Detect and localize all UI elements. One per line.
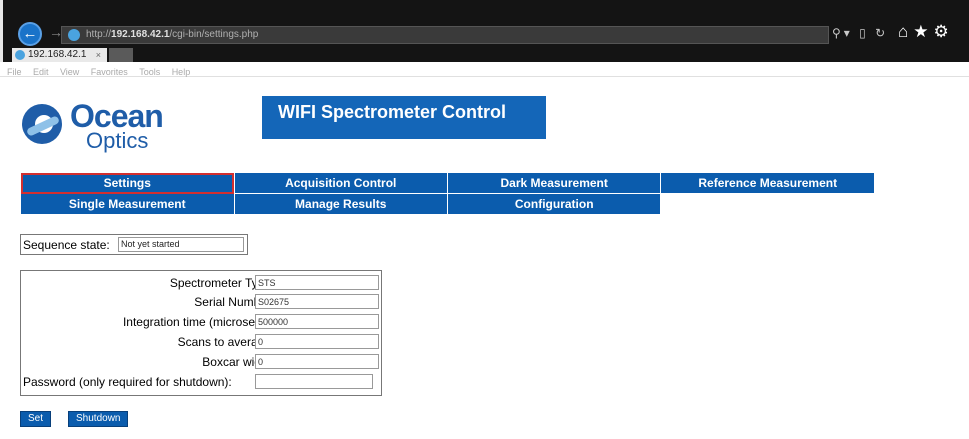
integration-time-field[interactable] <box>255 314 379 329</box>
spectrometer-type-field[interactable] <box>255 275 379 290</box>
menu-view[interactable]: View <box>60 67 79 77</box>
browser-tab[interactable]: 192.168.42.1 × <box>12 48 107 62</box>
menu-file[interactable]: File <box>7 67 22 77</box>
password-label: Password (only required for shutdown): <box>23 375 232 389</box>
nav-manage-results[interactable]: Manage Results <box>233 193 448 215</box>
password-field[interactable] <box>255 374 373 389</box>
menu-help[interactable]: Help <box>172 67 191 77</box>
sequence-state-box: Sequence state: Not yet started <box>20 234 248 255</box>
integration-time-label: Integration time (microsecs) <box>122 315 271 329</box>
set-button[interactable]: Set <box>20 411 52 427</box>
row-integration-time: Integration time (microsecs) <box>21 313 383 330</box>
nav-acquisition-control[interactable]: Acquisition Control <box>233 172 448 194</box>
serial-number-field[interactable] <box>255 294 379 309</box>
tab-title: 192.168.42.1 <box>28 49 87 60</box>
nav-single-measurement[interactable]: Single Measurement <box>20 193 235 215</box>
main-nav: Settings Acquisition Control Dark Measur… <box>20 172 875 215</box>
nav-reference-measurement[interactable]: Reference Measurement <box>660 172 875 194</box>
tab-favicon-icon <box>15 50 25 60</box>
scans-to-average-field[interactable] <box>255 334 379 349</box>
page-title-banner: WIFI Spectrometer Control <box>262 96 546 139</box>
new-tab-button[interactable] <box>109 48 133 62</box>
row-boxcar-width: Boxcar width <box>21 353 383 370</box>
boxcar-width-field[interactable] <box>255 354 379 369</box>
ocean-optics-logo: Ocean Optics <box>22 96 182 156</box>
address-url: http://192.168.42.1/cgi-bin/settings.php <box>86 29 259 40</box>
address-bar-tools[interactable]: ⚲▾ ▯ ↻ <box>832 26 888 40</box>
browser-menu-bar: File Edit View Favorites Tools Help <box>0 62 969 77</box>
row-spectrometer-type: Spectrometer Type <box>21 274 383 291</box>
row-scans-to-average: Scans to average <box>21 333 383 350</box>
nav-settings[interactable]: Settings <box>20 172 235 194</box>
nav-configuration[interactable]: Configuration <box>446 193 662 215</box>
menu-tools[interactable]: Tools <box>139 67 160 77</box>
browser-chrome: ← → http://192.168.42.1/cgi-bin/settings… <box>0 0 969 62</box>
logo-text-optics: Optics <box>86 128 149 153</box>
menu-favorites[interactable]: Favorites <box>91 67 128 77</box>
window-edge <box>0 0 3 62</box>
back-arrow-icon[interactable]: ← <box>18 22 42 46</box>
menu-edit[interactable]: Edit <box>33 67 49 77</box>
settings-form: Spectrometer Type Serial Number Integrat… <box>20 270 382 396</box>
sequence-state-value: Not yet started <box>118 237 244 252</box>
tab-close-icon[interactable]: × <box>96 48 101 62</box>
address-bar[interactable]: http://192.168.42.1/cgi-bin/settings.php <box>61 26 829 44</box>
home-favorites-settings-icons[interactable]: ⌂★⚙ <box>898 22 954 42</box>
ie-favicon-icon <box>68 29 80 41</box>
sequence-state-label: Sequence state: <box>23 238 110 252</box>
row-password: Password (only required for shutdown): <box>21 373 383 390</box>
row-serial-number: Serial Number <box>21 293 383 310</box>
nav-empty-cell <box>660 193 875 215</box>
shutdown-button[interactable]: Shutdown <box>68 411 129 427</box>
nav-dark-measurement[interactable]: Dark Measurement <box>446 172 662 194</box>
